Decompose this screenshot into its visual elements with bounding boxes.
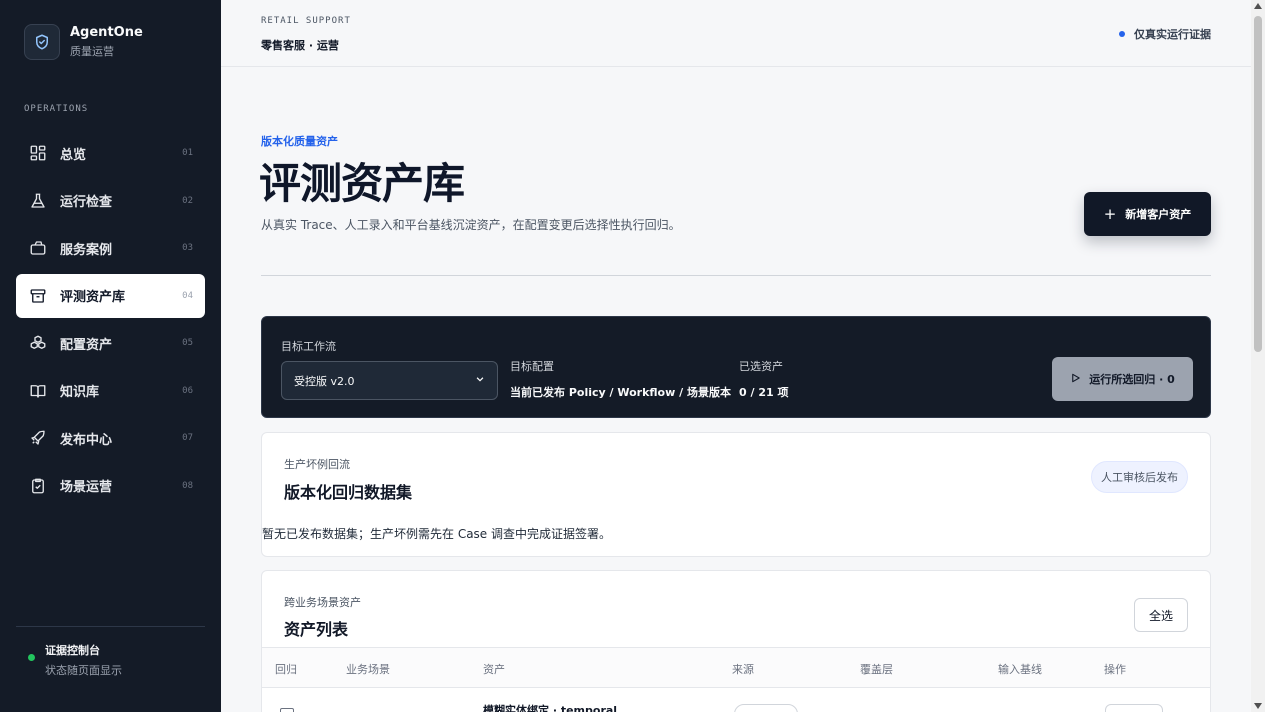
sidebar-item-label: 场景运营 — [60, 480, 113, 495]
hero-divider — [261, 275, 1211, 276]
add-customer-asset-label: 新增客户资产 — [1125, 208, 1192, 221]
chevron-down-icon — [475, 374, 485, 387]
asset-table-header: 回归 业务场景 资产 来源 覆盖层 输入基线 操作 — [262, 647, 1210, 688]
row-checkbox[interactable] — [280, 708, 294, 712]
dashboard-icon — [28, 143, 48, 163]
sidebar-item-run-check[interactable]: 运行检查 02 — [16, 179, 205, 223]
sidebar-item-number: 07 — [182, 433, 193, 443]
sidebar-item-config-assets[interactable]: 配置资产 05 — [16, 321, 205, 365]
scroll-down-icon[interactable] — [1254, 703, 1262, 709]
scroll-up-icon[interactable] — [1254, 3, 1262, 9]
dataset-empty-message: 暂无已发布数据集；生产坏例需先在 Case 调查中完成证据签署。 — [262, 527, 611, 541]
column-header-input-baseline[interactable]: 输入基线 — [998, 661, 1042, 677]
sidebar-item-number: 08 — [182, 480, 193, 491]
config-value: 当前已发布 Policy / Workflow / 场景版本 — [510, 386, 731, 399]
selected-label: 已选资产 — [739, 360, 783, 373]
config-label: 目标配置 — [510, 360, 554, 373]
sidebar-item-knowledge-base[interactable]: 知识库 06 — [16, 369, 205, 413]
boxes-icon — [28, 333, 48, 353]
select-all-button[interactable]: 全选 — [1134, 598, 1188, 632]
status-dot — [28, 654, 35, 661]
row-action-button[interactable] — [1105, 704, 1163, 712]
brand-name: AgentOne — [70, 25, 143, 40]
column-header-layer[interactable]: 覆盖层 — [860, 661, 893, 677]
evidence-mode-indicator: 仅真实运行证据 — [1119, 26, 1211, 42]
plus-icon: + — [1103, 205, 1117, 223]
regression-dataset-card: 生产坏例回流 版本化回归数据集 人工审核后发布 暂无已发布数据集；生产坏例需先在… — [261, 432, 1211, 557]
mode-label: 仅真实运行证据 — [1134, 28, 1211, 41]
clipboard-check-icon — [28, 476, 48, 496]
sidebar-item-number: 06 — [182, 385, 193, 396]
review-badge: 人工审核后发布 — [1091, 461, 1188, 493]
sidebar-item-label: 总览 — [60, 147, 87, 163]
sidebar-item-number: 03 — [182, 243, 193, 253]
source-chip — [734, 704, 798, 712]
top-header: RETAIL SUPPORT 零售客服 · 运营 仅真实运行证据 — [221, 0, 1251, 67]
column-header-source[interactable]: 来源 — [732, 661, 754, 677]
nav-heading: OPERATIONS — [24, 104, 89, 114]
page-description: 从真实 Trace、人工录入和平台基线沉淀资产，在配置变更后选择性执行回归。 — [261, 218, 681, 232]
evidence-console-status: 证据控制台 状态随页面显示 — [28, 642, 122, 678]
sidebar-item-service-cases[interactable]: 服务案例 03 — [16, 226, 205, 270]
sidebar-item-overview[interactable]: 总览 01 — [16, 131, 205, 175]
page-eyebrow: 版本化质量资产 — [261, 135, 338, 148]
book-icon — [28, 381, 48, 401]
row-asset-name: 模糊实体绑定 · temporal — [483, 704, 618, 712]
scrollbar-thumb[interactable] — [1254, 16, 1262, 352]
sidebar-item-eval-assets[interactable]: 评测资产库 04 — [16, 273, 205, 318]
column-header-scenario[interactable]: 业务场景 — [346, 661, 390, 677]
page-title: 评测资产库 — [259, 159, 465, 208]
sidebar-item-label: 服务案例 — [60, 242, 113, 258]
add-customer-asset-button[interactable]: + 新增客户资产 — [1084, 192, 1211, 236]
page-scrollbar[interactable] — [1251, 0, 1265, 712]
asset-list-subtitle: 跨业务场景资产 — [284, 596, 361, 609]
sidebar-item-release-center[interactable]: 发布中心 07 — [16, 416, 205, 460]
sidebar-item-number: 02 — [182, 195, 193, 206]
brand[interactable]: AgentOne 质量运营 — [24, 24, 143, 60]
regression-control-panel: 目标工作流 受控版 v2.0 目标配置 当前已发布 Policy / Workf… — [261, 316, 1211, 418]
sidebar-nav: 总览 01 运行检查 02 服务案例 03 评测资产库 04 配置资产 05 知… — [16, 131, 205, 511]
sidebar-item-label: 评测资产库 — [60, 290, 126, 305]
asset-list-title: 资产列表 — [284, 620, 349, 639]
workflow-label: 目标工作流 — [281, 340, 336, 353]
mode-dot — [1119, 31, 1125, 37]
archive-icon — [28, 286, 48, 306]
status-subtitle: 状态随页面显示 — [45, 664, 122, 677]
rocket-icon — [28, 428, 48, 448]
run-regression-label: 运行所选回归 · 0 — [1089, 373, 1175, 386]
briefcase-icon — [28, 238, 48, 258]
header-title: 零售客服 · 运营 — [261, 39, 339, 52]
brand-subtitle: 质量运营 — [70, 45, 114, 58]
sidebar-item-label: 发布中心 — [60, 432, 113, 448]
run-selected-regression-button[interactable]: 运行所选回归 · 0 — [1052, 357, 1193, 401]
sidebar-item-number: 01 — [182, 148, 193, 158]
workflow-select[interactable]: 受控版 v2.0 — [281, 361, 498, 400]
play-icon — [1070, 372, 1081, 387]
flask-icon — [28, 191, 48, 211]
table-row[interactable]: 模糊实体绑定 · temporal — [262, 688, 1210, 712]
sidebar-item-number: 04 — [182, 290, 193, 301]
sidebar-item-label: 配置资产 — [60, 337, 113, 353]
column-header-regression[interactable]: 回归 — [275, 661, 297, 677]
header-kicker: RETAIL SUPPORT — [261, 16, 351, 26]
shield-icon — [24, 24, 60, 60]
sidebar-divider — [16, 626, 205, 627]
sidebar-item-scenario-ops[interactable]: 场景运营 08 — [16, 464, 205, 508]
column-header-asset[interactable]: 资产 — [483, 661, 505, 677]
sidebar-item-label: 知识库 — [60, 385, 100, 400]
sidebar: AgentOne 质量运营 OPERATIONS 总览 01 运行检查 02 服… — [0, 0, 221, 712]
sidebar-item-number: 05 — [182, 338, 193, 348]
selected-value: 0 / 21 项 — [739, 386, 789, 399]
workflow-select-value: 受控版 v2.0 — [294, 374, 355, 388]
dataset-subtitle: 生产坏例回流 — [284, 458, 350, 471]
dataset-title: 版本化回归数据集 — [284, 483, 413, 502]
column-header-actions[interactable]: 操作 — [1104, 661, 1126, 677]
status-title: 证据控制台 — [45, 644, 100, 657]
sidebar-item-label: 运行检查 — [60, 195, 113, 210]
asset-list-card: 跨业务场景资产 资产列表 全选 回归 业务场景 资产 来源 覆盖层 输入基线 操… — [261, 570, 1211, 712]
